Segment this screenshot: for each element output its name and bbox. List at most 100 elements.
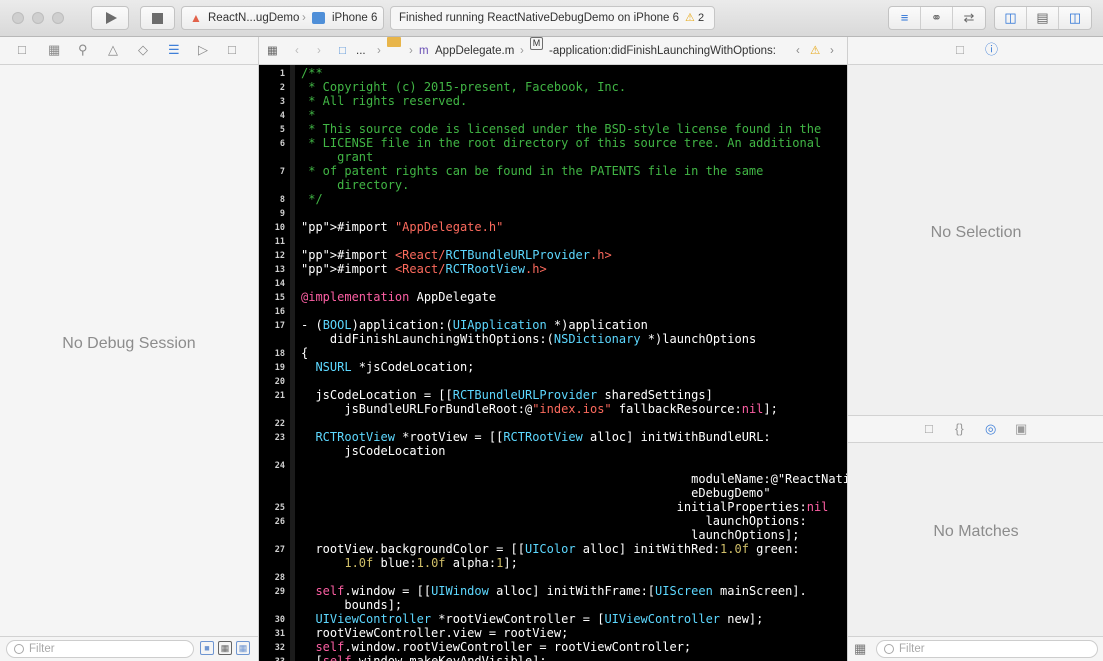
back-arrow-icon[interactable]: ‹ (295, 37, 299, 64)
object-library-icon[interactable]: ◎ (985, 422, 996, 436)
related-items-icon[interactable]: ▦ (267, 37, 278, 64)
warning-icon[interactable]: ⚠ (810, 37, 820, 64)
line-number: 10 (274, 223, 285, 233)
grid-view-icon[interactable]: ▦ (854, 641, 866, 657)
filter-option-icon[interactable]: ■ (200, 641, 214, 655)
next-issue-icon[interactable]: › (830, 37, 834, 64)
breadcrumb-method[interactable]: -application:didFinishLaunchingWithOptio… (549, 37, 776, 64)
previous-issue-icon[interactable]: ‹ (796, 37, 800, 64)
code-line[interactable]: * LICENSE file in the root directory of … (301, 136, 821, 164)
activity-status-text: Finished running ReactNativeDebugDemo on… (399, 12, 679, 24)
line-number: 8 (279, 195, 285, 205)
code-line[interactable]: @implementation AppDelegate (301, 290, 496, 304)
search-icon[interactable]: ⚲ (78, 43, 88, 57)
code-line[interactable]: "pp">#import <React/RCTRootView.h> (301, 262, 547, 276)
zoom-window-button[interactable] (52, 12, 64, 24)
editor-mode-control: ≡ ⚭ ⇄ (888, 6, 986, 30)
code-line[interactable]: self.window = [[UIWindow alloc] initWith… (301, 584, 806, 612)
ribbon (290, 65, 295, 661)
toggle-utilities-icon[interactable]: ◫ (1059, 7, 1091, 29)
code-line[interactable]: "pp">#import <React/RCTBundleURLProvider… (301, 248, 612, 262)
warning-indicator[interactable]: ⚠ 2 (685, 7, 704, 29)
assistant-editor-icon[interactable]: ⚭ (921, 7, 953, 29)
line-number-gutter: 1 2 3 4 5 6 7 8 9 10 11 12 13 14 15 16 17 18 19 20 21 22 23 24 2… (259, 65, 297, 661)
debug-navigator-icon[interactable]: ☰ (168, 43, 180, 57)
breadcrumb-ellipsis[interactable]: ... (356, 37, 366, 64)
line-number: 9 (279, 209, 285, 219)
file-template-icon[interactable]: □ (925, 422, 933, 436)
line-number: 13 (274, 265, 285, 275)
line-number: 14 (274, 279, 285, 289)
filter-option-icon[interactable]: ▦ (236, 641, 250, 655)
project-icon[interactable]: □ (339, 37, 346, 64)
line-number: 24 (274, 461, 285, 471)
minimize-window-button[interactable] (32, 12, 44, 24)
code-line[interactable]: moduleName:@"ReactNativ eDebugDemo" (301, 458, 847, 500)
library-filter-bar: ▦ Filter (848, 636, 1103, 661)
media-library-icon[interactable]: ▣ (1015, 422, 1027, 436)
breakpoint-icon[interactable]: ▷ (198, 43, 208, 57)
line-number: 15 (274, 293, 285, 303)
close-window-button[interactable] (12, 12, 24, 24)
code-line[interactable]: * (301, 108, 315, 122)
line-number: 26 (274, 517, 285, 527)
inspector-selector-bar: □ ⓘ (848, 37, 1103, 65)
warning-count: 2 (697, 12, 705, 24)
forward-arrow-icon[interactable]: › (317, 37, 321, 64)
breadcrumb-file[interactable]: AppDelegate.m (435, 37, 514, 64)
code-snippet-icon[interactable]: {} (955, 422, 964, 436)
source-file-icon: m (419, 45, 429, 57)
code-line[interactable]: RCTRootView *rootView = [[RCTRootView al… (301, 430, 770, 458)
code-line[interactable]: initialProperties:nil (301, 500, 829, 514)
code-line[interactable]: * This source code is licensed under the… (301, 122, 821, 136)
scheme-selector[interactable]: ▲ ReactN...ugDemo › iPhone 6 (181, 6, 384, 30)
chevron-right-icon: › (409, 45, 413, 57)
no-selection-label: No Selection (930, 224, 1022, 241)
file-inspector-icon[interactable]: □ (956, 43, 964, 57)
stop-button[interactable] (140, 6, 175, 30)
quick-help-icon[interactable]: ⓘ (985, 43, 998, 57)
code-line[interactable]: - (BOOL)application:(UIApplication *)app… (301, 318, 756, 346)
line-number: 2 (279, 83, 285, 93)
standard-editor-icon[interactable]: ≡ (889, 7, 921, 29)
report-icon[interactable]: □ (228, 43, 236, 57)
line-number: 16 (274, 307, 285, 317)
navigator-filter-input[interactable]: Filter (6, 640, 194, 658)
filter-option-icon[interactable]: ▦ (218, 641, 232, 655)
code-line[interactable]: [self.window makeKeyAndVisible]; (301, 654, 546, 661)
code-line[interactable]: self.window.rootViewController = rootVie… (301, 640, 691, 654)
version-editor-icon[interactable]: ⇄ (953, 7, 985, 29)
code-line[interactable]: * All rights reserved. (301, 94, 467, 108)
line-number: 4 (279, 111, 285, 121)
activity-viewer[interactable]: Finished running ReactNativeDebugDemo on… (390, 6, 715, 30)
debug-navigator: No Debug Session (0, 65, 259, 636)
line-number: 5 (279, 125, 285, 135)
code-line[interactable]: * Copyright (c) 2015-present, Facebook, … (301, 80, 626, 94)
navigator-selector-bar: □ ▦ ⚲ △ ◇ ☰ ▷ □ (0, 37, 259, 65)
toggle-navigator-icon[interactable]: ◫ (995, 7, 1027, 29)
code-line[interactable]: launchOptions: launchOptions]; (301, 514, 807, 542)
toggle-debug-area-icon[interactable]: ▤ (1027, 7, 1059, 29)
symbol-navigator-icon[interactable]: ▦ (48, 43, 60, 57)
code-line[interactable]: "pp">#import "AppDelegate.h" (301, 220, 503, 234)
line-number: 20 (274, 377, 285, 387)
code-line[interactable]: rootView.backgroundColor = [[UIColor all… (301, 542, 799, 570)
library-selector-bar: □ {} ◎ ▣ (848, 415, 1103, 443)
test-icon[interactable]: ◇ (138, 43, 148, 57)
code-line[interactable]: rootViewController.view = rootView; (301, 626, 568, 640)
source-editor[interactable]: 1 2 3 4 5 6 7 8 9 10 11 12 13 14 15 16 17 18 19 20 21 22 23 24 2… (259, 65, 847, 661)
code-line[interactable]: { (301, 346, 308, 360)
code-line[interactable]: * of patent rights can be found in the P… (301, 164, 763, 192)
line-number: 29 (274, 587, 285, 597)
line-number: 22 (274, 419, 285, 429)
code-line[interactable]: jsCodeLocation = [[RCTBundleURLProvider … (301, 388, 777, 416)
issue-icon[interactable]: △ (108, 43, 118, 57)
run-button[interactable] (91, 6, 129, 30)
code-line[interactable]: /** (301, 66, 323, 80)
code-line[interactable]: */ (301, 192, 322, 206)
folder-icon[interactable]: □ (18, 43, 26, 57)
code-line[interactable]: NSURL *jsCodeLocation; (301, 360, 474, 374)
line-number: 31 (274, 629, 285, 639)
code-line[interactable]: UIViewController *rootViewController = [… (301, 612, 763, 626)
library-filter-input[interactable]: Filter (876, 640, 1098, 658)
